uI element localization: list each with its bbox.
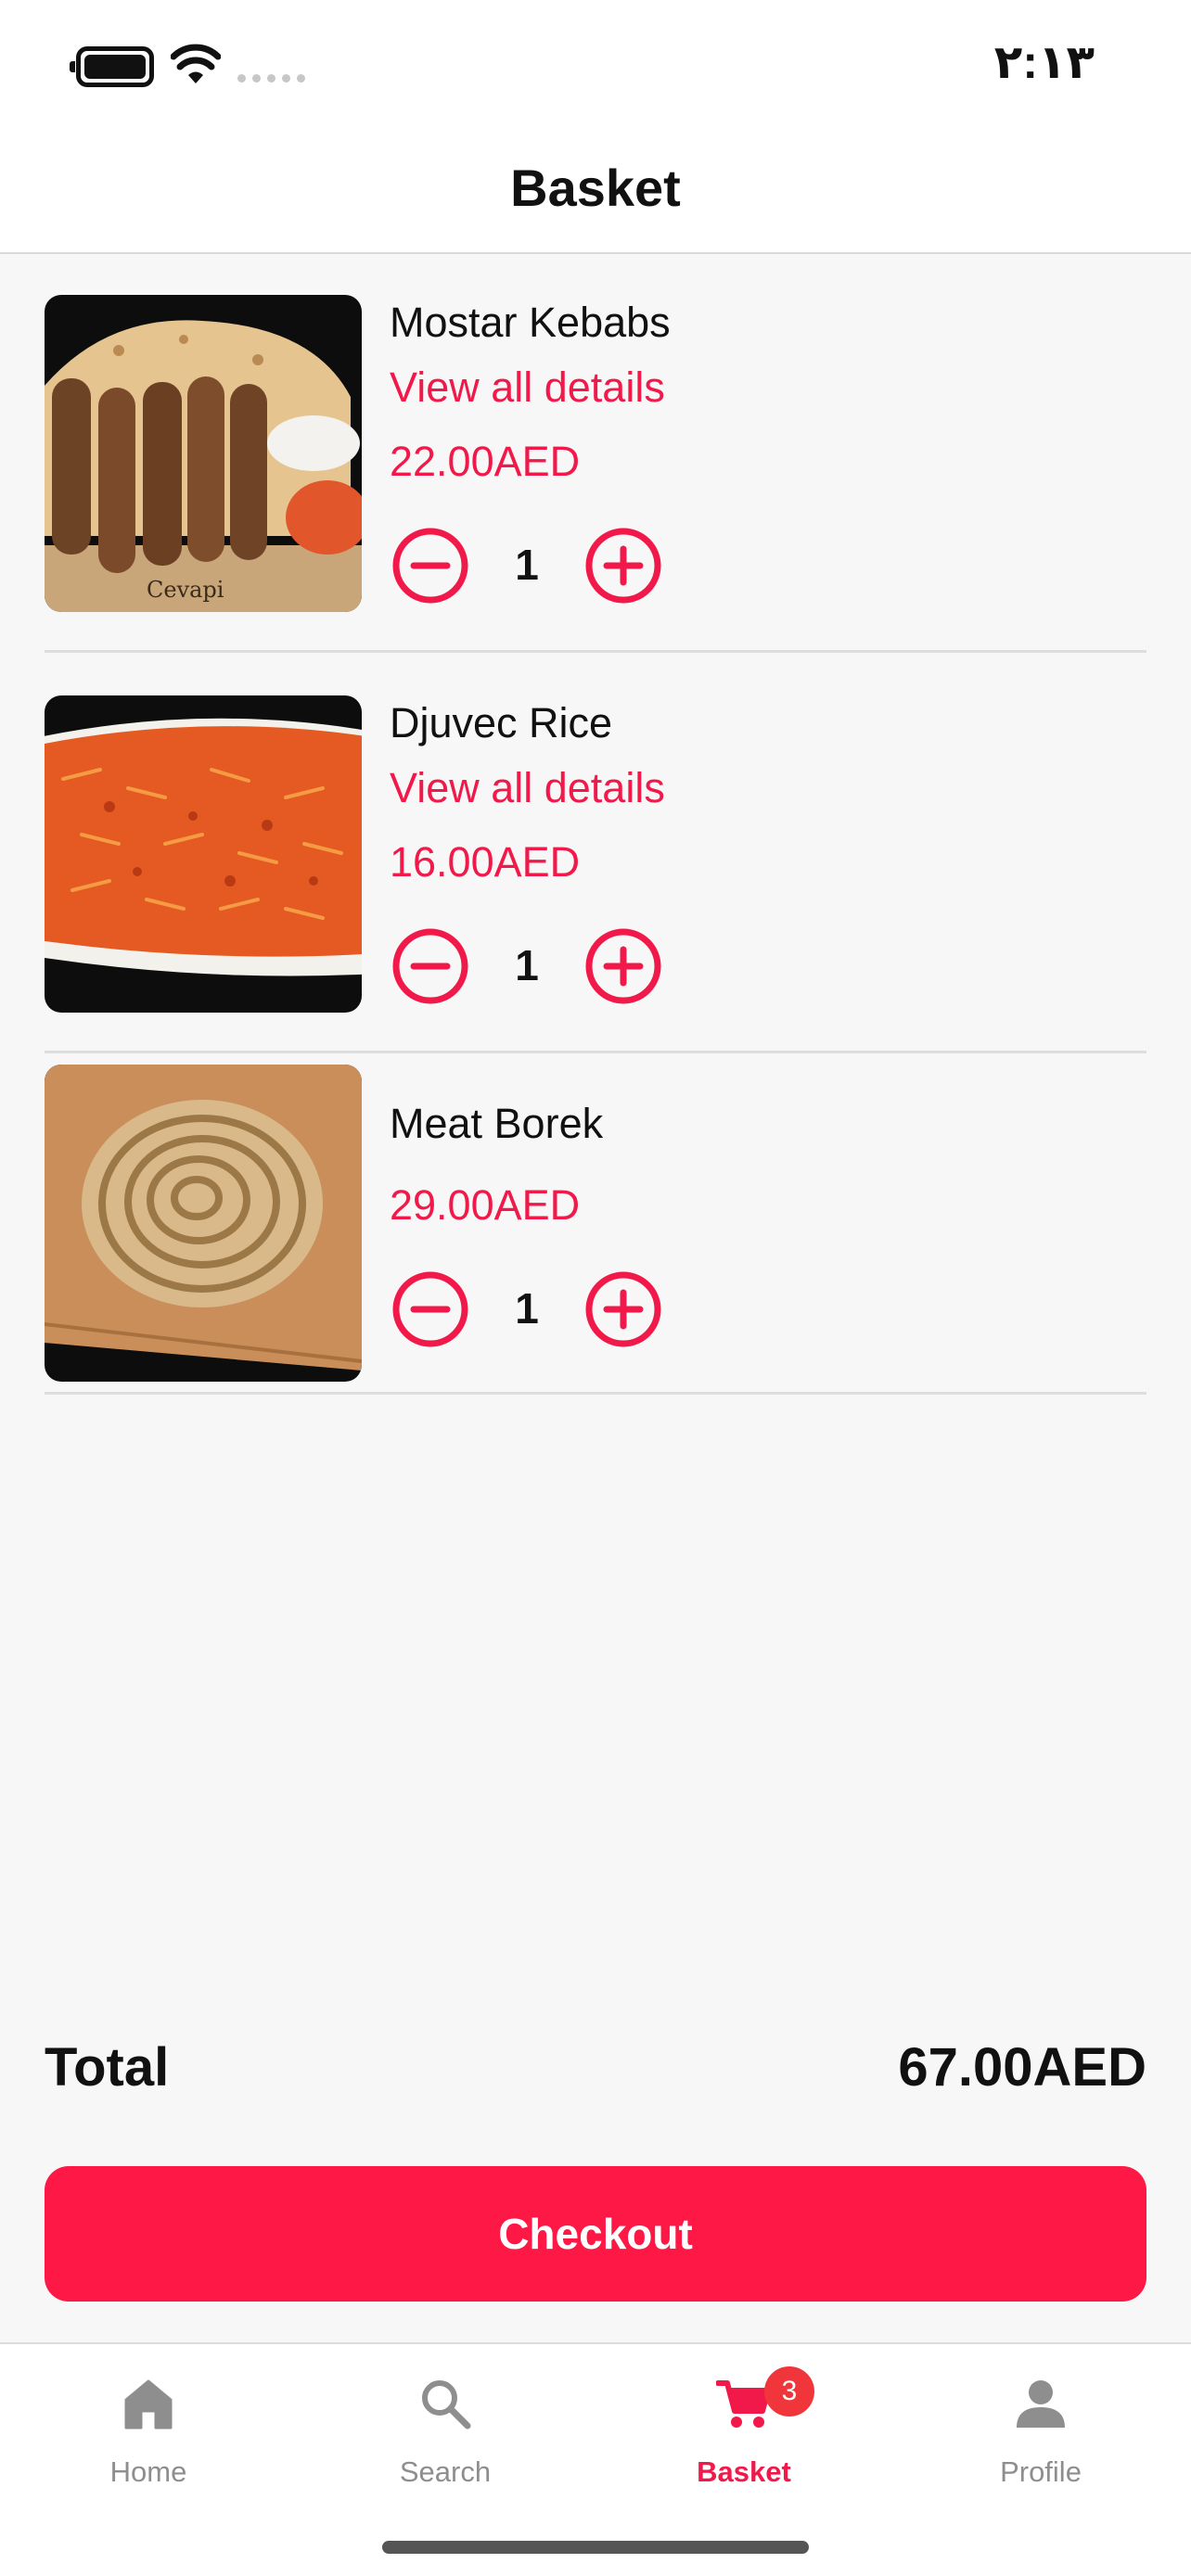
- decrease-quantity-button[interactable]: [391, 527, 469, 605]
- increase-quantity-button[interactable]: [584, 927, 662, 1005]
- header: Basket: [0, 130, 1191, 254]
- quantity-value: 1: [515, 1284, 539, 1333]
- increase-quantity-button[interactable]: [584, 527, 662, 605]
- item-price: 22.00AED: [390, 438, 581, 485]
- wifi-icon: [170, 41, 222, 87]
- tab-basket[interactable]: 3 Basket: [642, 2366, 846, 2506]
- tab-home[interactable]: Home: [46, 2366, 250, 2506]
- basket-item: Djuvec Rice View all details 16.00AED 1: [45, 695, 1146, 1053]
- search-icon: [417, 2376, 473, 2431]
- meat-borek-image[interactable]: [45, 1065, 362, 1382]
- tab-label: Profile: [1000, 2455, 1082, 2488]
- total-label: Total: [45, 2037, 170, 2098]
- decrease-quantity-button[interactable]: [391, 927, 469, 1005]
- item-name: Djuvec Rice: [390, 699, 613, 746]
- tab-label: Search: [399, 2455, 492, 2488]
- status-bar: ٢:١٣: [0, 0, 1191, 130]
- item-price: 16.00AED: [390, 838, 581, 886]
- svg-text:Cevapi: Cevapi: [147, 577, 224, 603]
- home-indicator[interactable]: [382, 2541, 809, 2554]
- status-time: ٢:١٣: [993, 36, 1095, 88]
- item-name: Mostar Kebabs: [390, 299, 671, 346]
- tab-label: Home: [109, 2455, 187, 2488]
- cellular-signal-icon: [237, 74, 305, 83]
- page-title: Basket: [510, 159, 681, 217]
- basket-item: Cevapi Mostar Kebabs View all details 22…: [45, 295, 1146, 653]
- mostar-kebabs-image[interactable]: Cevapi: [45, 295, 362, 612]
- djuvec-rice-image[interactable]: [45, 695, 362, 1013]
- battery-icon: [70, 46, 154, 87]
- cart-icon: [716, 2376, 772, 2431]
- quantity-value: 1: [515, 541, 539, 589]
- basket-screen: ٢:١٣ Basket Cevapi Mostar Kebabs View al…: [0, 0, 1191, 2576]
- quantity-value: 1: [515, 941, 539, 989]
- item-price: 29.00AED: [390, 1181, 581, 1229]
- tab-profile[interactable]: Profile: [939, 2366, 1143, 2506]
- item-name: Meat Borek: [390, 1100, 604, 1147]
- basket-item: Meat Borek 29.00AED 1: [45, 1065, 1146, 1395]
- home-icon: [121, 2376, 176, 2431]
- tab-label: Basket: [697, 2455, 791, 2488]
- total-value: 67.00AED: [898, 2037, 1146, 2098]
- view-details-link[interactable]: View all details: [390, 363, 665, 412]
- cart-count-badge: 3: [764, 2366, 814, 2417]
- increase-quantity-button[interactable]: [584, 1270, 662, 1348]
- profile-icon: [1013, 2376, 1069, 2431]
- view-details-link[interactable]: View all details: [390, 764, 665, 812]
- tab-search[interactable]: Search: [343, 2366, 547, 2506]
- checkout-button[interactable]: Checkout: [45, 2166, 1146, 2302]
- decrease-quantity-button[interactable]: [391, 1270, 469, 1348]
